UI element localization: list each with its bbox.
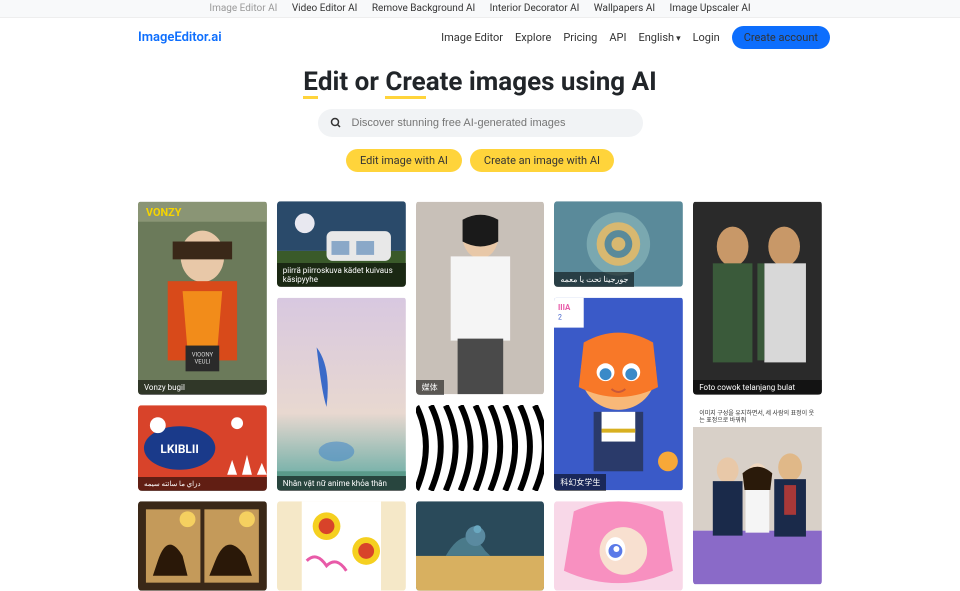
gallery-col-3: 媒体 [416,201,545,591]
nav-right: Image Editor Explore Pricing API English… [441,26,830,49]
chevron-down-icon: ▾ [676,34,681,44]
gallery-card[interactable]: IIIA 2 科幻女学生 [554,297,683,491]
gallery-col-1: VONZY VIOONYVEULI Vonzy bugil LKIBLII دزا… [138,201,267,591]
search-input[interactable] [318,109,643,137]
create-image-button[interactable]: Create an image with AI [470,149,614,172]
nav-api[interactable]: API [609,31,626,44]
topbar-link-interior[interactable]: Interior Decorator AI [490,3,580,14]
gallery-card[interactable] [554,501,683,591]
gallery-col-4: جورجينا تحت يا معمه IIIA 2 科幻女学生 [554,201,683,591]
topbar-link-wallpapers[interactable]: Wallpapers AI [594,3,655,14]
gallery-card[interactable]: Nhân vật nữ anime khỏa thân [277,297,406,491]
svg-text:IIIA: IIIA [558,303,571,312]
image-gallery: VONZY VIOONYVEULI Vonzy bugil LKIBLII دزا… [0,187,960,591]
gallery-card[interactable] [277,501,406,591]
thumbnail-image [693,201,822,395]
create-account-button[interactable]: Create account [732,26,830,49]
topbar-link-image-editor[interactable]: Image Editor AI [209,3,277,14]
gallery-col-5: Foto cowok telanjang bulat 이미지 구성을 유지하면서… [693,201,822,591]
svg-text:VIOONY: VIOONY [192,351,214,358]
page-title: Edit or Create images using AI [0,67,960,97]
card-caption: Foto cowok telanjang bulat [693,380,822,395]
thumbnail-image: IIIA 2 [554,297,683,491]
gallery-card[interactable]: Foto cowok telanjang bulat [693,201,822,395]
gallery-card[interactable] [416,501,545,591]
thumbnail-image [416,405,545,491]
nav-explore[interactable]: Explore [515,31,551,44]
thumbnail-image [277,297,406,491]
gallery-card[interactable] [416,405,545,491]
thumbnail-image [416,501,545,591]
edit-image-button[interactable]: Edit image with AI [346,149,462,172]
main-nav: ImageEditor.ai Image Editor Explore Pric… [0,18,960,57]
card-caption: جورجينا تحت يا معمه [554,272,634,287]
card-caption: piirrä piirroskuva kädet kuivaus käsipyy… [277,263,406,287]
gallery-card[interactable]: 媒体 [416,201,545,395]
thumbnail-image [554,501,683,591]
card-caption: Nhân vật nữ anime khỏa thân [277,476,406,491]
topbar-link-video-editor[interactable]: Video Editor AI [292,3,358,14]
svg-text:LKIBLII: LKIBLII [160,442,198,456]
topbar-link-remove-bg[interactable]: Remove Background AI [372,3,475,14]
top-product-bar: Image Editor AI Video Editor AI Remove B… [0,0,960,18]
thumbnail-image [416,201,545,395]
gallery-card[interactable]: 이미지 구성을 유지하면서, 세 사람의 표정이 웃는 표정으로 바꿔줘 [693,405,822,585]
thumbnail-image [138,501,267,591]
thumbnail-image: VONZY VIOONYVEULI [138,201,267,395]
thumbnail-image [277,501,406,591]
topbar-link-upscaler[interactable]: Image Upscaler AI [670,3,751,14]
svg-text:2: 2 [558,314,562,322]
nav-language-dropdown[interactable]: English▾ [638,31,680,44]
gallery-card[interactable]: LKIBLII دزاي ما سائته سيمه [138,405,267,491]
card-caption: Vonzy bugil [138,380,267,395]
svg-text:VEULI: VEULI [194,358,210,365]
gallery-card[interactable] [138,501,267,591]
nav-login[interactable]: Login [693,31,720,44]
gallery-card[interactable]: VONZY VIOONYVEULI Vonzy bugil [138,201,267,395]
logo[interactable]: ImageEditor.ai [138,30,222,45]
card-caption: دزاي ما سائته سيمه [138,477,267,491]
search-icon [330,117,342,129]
card-caption: 媒体 [416,380,444,395]
nav-image-editor[interactable]: Image Editor [441,31,503,44]
nav-pricing[interactable]: Pricing [563,31,597,44]
gallery-col-2: piirrä piirroskuva kädet kuivaus käsipyy… [277,201,406,591]
gallery-card[interactable]: جورجينا تحت يا معمه [554,201,683,287]
thumbnail-image [693,405,822,585]
search-wrap [318,109,643,137]
cta-row: Edit image with AI Create an image with … [0,149,960,172]
hero: Edit or Create images using AI Edit imag… [0,57,960,187]
card-caption: 이미지 구성을 유지하면서, 세 사람의 표정이 웃는 표정으로 바꿔줘 [693,407,822,427]
gallery-card[interactable]: piirrä piirroskuva kädet kuivaus käsipyy… [277,201,406,287]
card-caption: 科幻女学生 [554,474,606,491]
svg-text:VONZY: VONZY [146,206,182,219]
